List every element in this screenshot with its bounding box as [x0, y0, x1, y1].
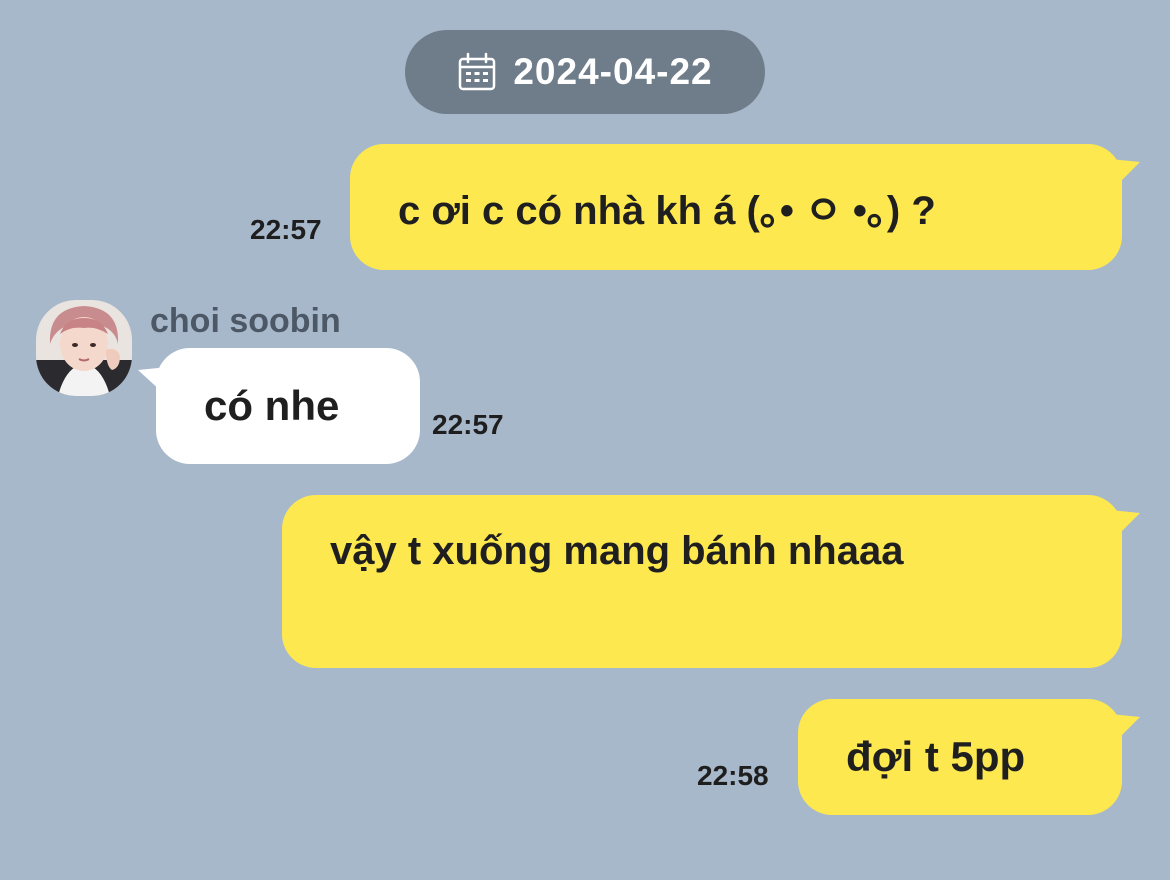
- calendar-icon: [459, 52, 496, 91]
- avatar[interactable]: [36, 300, 132, 396]
- message-bubble-outgoing[interactable]: đợi t 5pp: [798, 699, 1122, 815]
- bubble-tail: [1100, 713, 1140, 739]
- message-text: c ơi c có nhà kh á (｡• ㅇ •｡) ?: [398, 189, 936, 233]
- message-time: 22:57: [432, 409, 504, 440]
- message-text: có nhe: [204, 382, 340, 429]
- message-bubble-outgoing[interactable]: c ơi c có nhà kh á (｡• ㅇ •｡) ?: [350, 144, 1122, 270]
- date-divider: 2024-04-22: [405, 30, 765, 114]
- message-time: 22:58: [697, 760, 769, 791]
- date-label: 2024-04-22: [513, 51, 713, 92]
- bubble-tail: [1100, 158, 1140, 184]
- avatar-image: [36, 300, 132, 396]
- message-time: 22:57: [250, 214, 322, 245]
- message-text: đợi t 5pp: [846, 733, 1026, 780]
- bubble-tail: [1100, 509, 1140, 535]
- message-bubble-outgoing[interactable]: vậy t xuống mang bánh nhaaa: [282, 495, 1122, 668]
- message-text: vậy t xuống mang bánh nhaaa: [330, 529, 904, 573]
- sender-name: choi soobin: [150, 302, 341, 340]
- message-bubble-incoming[interactable]: có nhe: [156, 348, 420, 464]
